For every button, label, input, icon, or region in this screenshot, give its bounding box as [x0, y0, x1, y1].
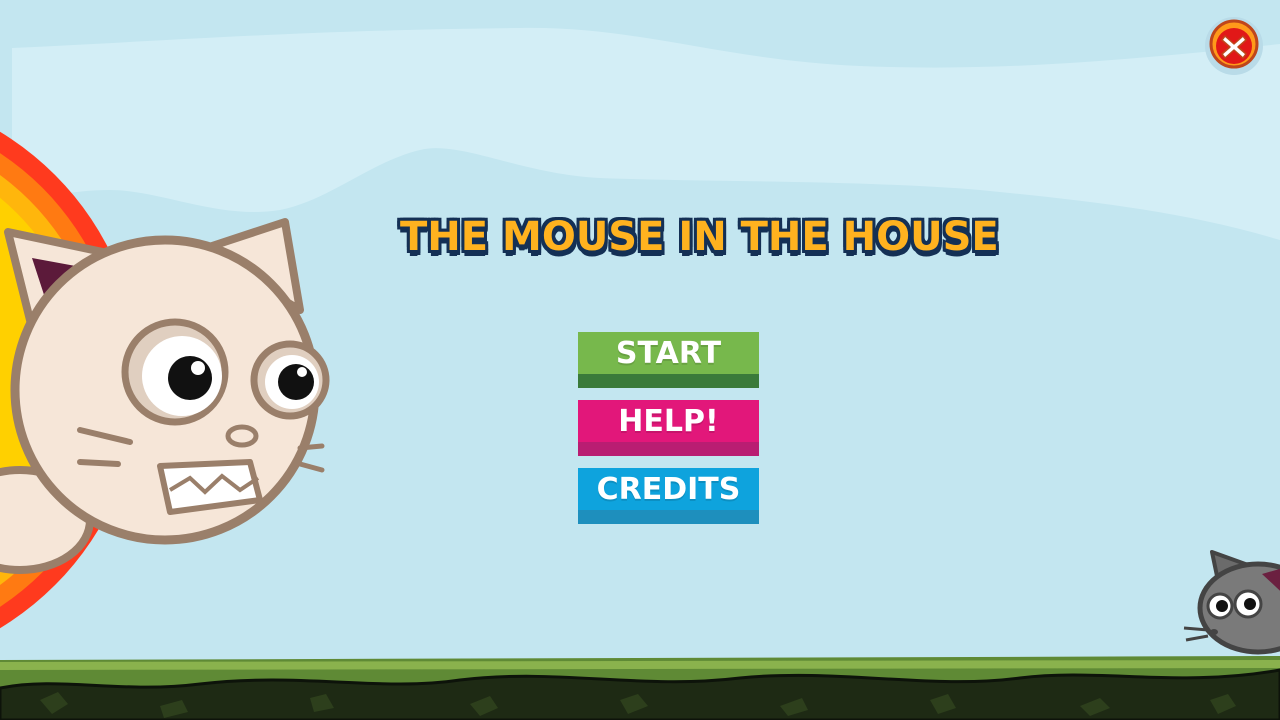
credits-button[interactable]: CREDITS — [578, 468, 759, 524]
credits-button-shadow — [578, 510, 759, 524]
game-stage: THE MOUSE IN THE HOUSE START HELP! CREDI… — [0, 0, 1280, 720]
start-button-label: START — [578, 332, 759, 374]
ground — [0, 656, 1280, 720]
help-button-shadow — [578, 442, 759, 456]
game-title: THE MOUSE IN THE HOUSE — [400, 214, 999, 260]
start-button-shadow — [578, 374, 759, 388]
close-icon — [1205, 17, 1263, 75]
credits-button-label: CREDITS — [578, 468, 759, 510]
help-button[interactable]: HELP! — [578, 400, 759, 456]
close-button[interactable] — [1204, 16, 1264, 76]
help-button-label: HELP! — [578, 400, 759, 442]
start-button[interactable]: START — [578, 332, 759, 388]
